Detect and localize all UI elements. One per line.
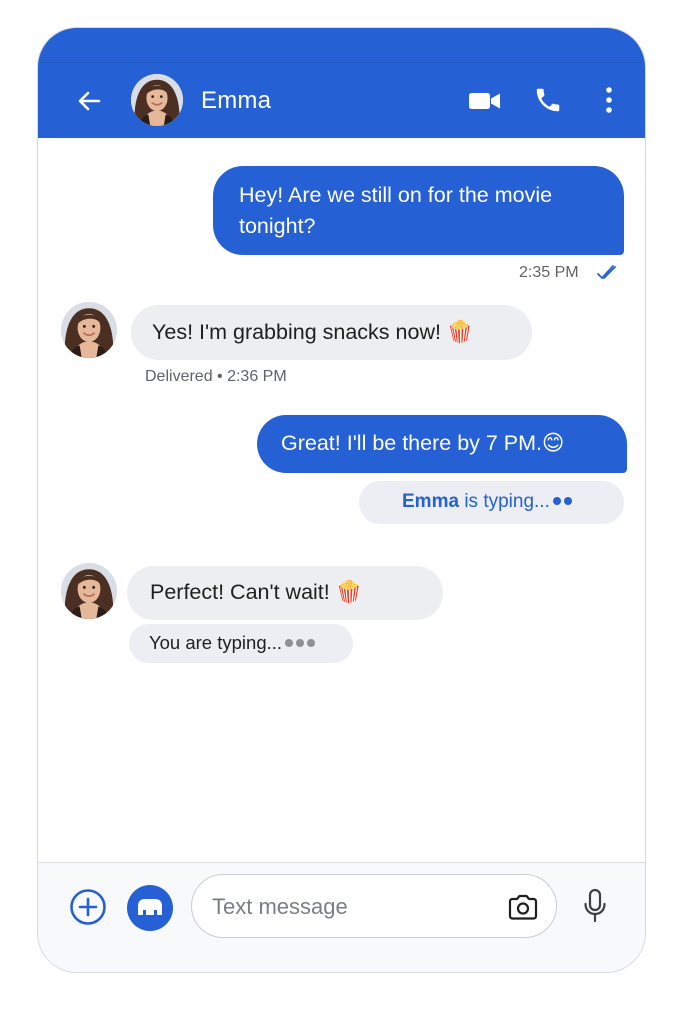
more-vertical-icon[interactable]	[599, 85, 619, 115]
chat-header: Emma	[38, 28, 645, 138]
message-input[interactable]	[210, 889, 494, 925]
typing-dot	[296, 639, 305, 648]
delivery-status: Delivered • 2:36 PM	[145, 368, 287, 385]
phone-icon[interactable]	[533, 85, 563, 115]
typing-dot	[563, 496, 572, 505]
contact-avatar[interactable]	[61, 302, 117, 358]
back-arrow-icon[interactable]	[74, 86, 104, 116]
message-bubble-outgoing[interactable]: Hey! Are we still on for the movie tonig…	[213, 166, 624, 255]
contact-name[interactable]: Emma	[201, 86, 271, 116]
avatar-image	[61, 563, 117, 619]
typing-dot	[552, 496, 561, 505]
typing-contact-name: Emma	[402, 491, 460, 512]
message-input-container	[191, 874, 557, 938]
typing-dot	[307, 639, 316, 648]
message-bubble-incoming[interactable]: Yes! I'm grabbing snacks now! 🍿	[131, 305, 532, 360]
typing-text: You are typing...	[149, 632, 283, 653]
microphone-icon[interactable]	[583, 888, 607, 924]
read-check-icon	[597, 265, 616, 279]
camera-icon[interactable]	[507, 893, 539, 921]
sticker-button[interactable]	[127, 885, 173, 931]
status-bar-divider	[38, 62, 645, 63]
message-bubble-incoming[interactable]: Perfect! Can't wait! 🍿	[127, 566, 443, 620]
chat-screen: Emma Hey! Are we still on for the movie …	[37, 27, 646, 973]
message-bubble-outgoing[interactable]: Great! I'll be there by 7 PM.😊	[257, 415, 627, 473]
typing-text: is typing...	[464, 491, 550, 512]
avatar-image	[61, 302, 117, 358]
contact-avatar[interactable]	[61, 563, 117, 619]
contact-typing-indicator: Emma is typing...	[359, 481, 624, 524]
add-circle-icon[interactable]	[69, 888, 107, 926]
contact-avatar[interactable]	[131, 74, 183, 126]
avatar-image	[131, 74, 183, 126]
self-typing-indicator: You are typing...	[129, 624, 353, 663]
video-call-icon[interactable]	[468, 88, 502, 114]
typing-dot	[285, 639, 294, 648]
message-timestamp: 2:35 PM	[519, 264, 579, 281]
sticker-icon	[138, 899, 162, 915]
